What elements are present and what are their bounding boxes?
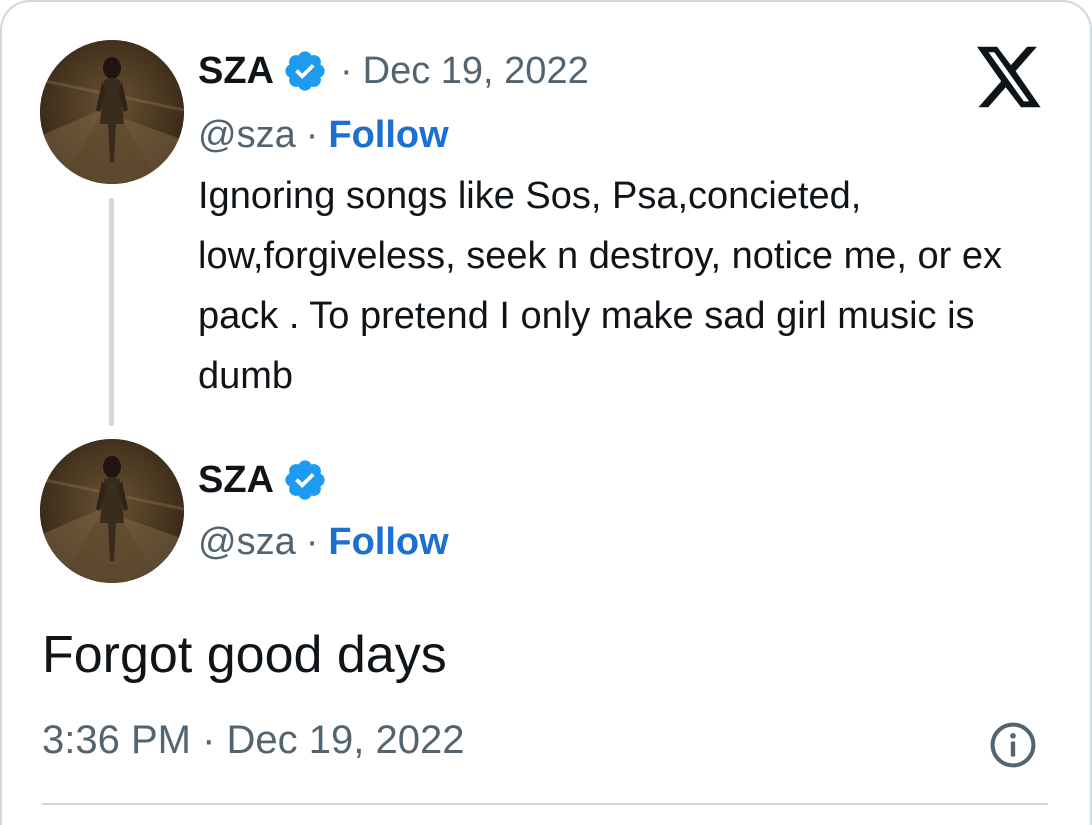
avatar[interactable] <box>40 40 184 184</box>
tweet-timestamp[interactable]: 3:36 PM · Dec 19, 2022 <box>42 718 464 763</box>
quoted-tweet-handle-row: @sza · Follow <box>198 110 449 160</box>
tweet-embed-card: SZA · Dec 19, 2022 @sza · Follow Ignorin… <box>0 0 1092 825</box>
follow-button[interactable]: Follow <box>328 521 448 564</box>
avatar-image <box>40 40 184 184</box>
info-icon[interactable] <box>989 721 1037 769</box>
author-name[interactable]: SZA <box>198 459 274 502</box>
x-logo-icon[interactable] <box>977 46 1043 108</box>
quoted-tweet-text: Ignoring songs like Sos, Psa,concieted, … <box>198 175 1002 397</box>
author-name[interactable]: SZA <box>198 50 274 93</box>
main-tweet-handle-row: @sza · Follow <box>198 517 449 567</box>
main-tweet-text: Forgot good days <box>42 626 447 684</box>
divider <box>42 803 1048 805</box>
thread-connector-line <box>109 198 114 426</box>
quoted-tweet-header: SZA · Dec 19, 2022 <box>198 46 589 96</box>
tweet-date[interactable]: Dec 19, 2022 <box>363 50 589 93</box>
verified-badge-icon <box>285 51 325 91</box>
author-handle[interactable]: @sza <box>198 521 296 564</box>
follow-button[interactable]: Follow <box>328 114 448 157</box>
handle-separator: · <box>305 113 319 156</box>
avatar-image <box>40 439 184 583</box>
verified-badge-icon <box>285 460 325 500</box>
avatar[interactable] <box>40 439 184 583</box>
main-tweet-header: SZA <box>198 455 328 505</box>
header-separator: · <box>340 49 353 92</box>
author-handle[interactable]: @sza <box>198 114 296 157</box>
handle-separator: · <box>305 520 319 563</box>
